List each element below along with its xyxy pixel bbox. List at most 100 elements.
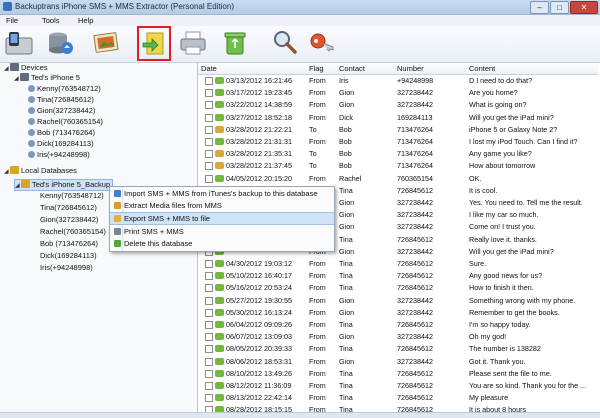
table-row[interactable]: 03/27/2012 18:52:18 From Dick 169284113 Will… — [198, 112, 598, 123]
row-checkbox[interactable] — [205, 333, 213, 342]
tree-contact[interactable]: Kenny(763548712) — [28, 84, 101, 94]
cell-contact: Gion — [339, 295, 355, 305]
tree-devices[interactable]: ◢ Devices — [4, 63, 48, 73]
tree-contact[interactable]: Gion(327238442) — [40, 215, 98, 225]
row-checkbox[interactable] — [205, 345, 213, 354]
row-checkbox[interactable] — [205, 394, 213, 403]
menu-file[interactable]: File — [6, 16, 18, 25]
table-row[interactable]: 05/16/2012 20:53:24 From Tina 726845612 How … — [198, 282, 598, 293]
column-content[interactable]: Content — [469, 64, 495, 73]
table-row[interactable]: 05/10/2012 16:40:17 From Tina 726845612 Any … — [198, 270, 598, 281]
row-checkbox[interactable] — [205, 162, 213, 171]
register-button[interactable] — [307, 28, 337, 58]
tree-contact[interactable]: Bob (713476264) — [28, 128, 95, 138]
cell-date: 03/28/2012 21:35:31 — [226, 149, 292, 159]
table-row[interactable]: 03/28/2012 21:22:21 To Bob 713476264 iPhone … — [198, 124, 598, 135]
menu-help[interactable]: Help — [78, 16, 93, 25]
table-row[interactable]: 08/05/2012 20:39:33 From Tina 726845612 The … — [198, 343, 598, 354]
tree-contact[interactable]: Dick(169284113) — [28, 139, 94, 149]
table-row[interactable]: 06/04/2012 09:09:26 From Tina 726845612 I'm … — [198, 319, 598, 330]
table-row[interactable]: 08/13/2012 22:42:14 From Tina 726845612 My p… — [198, 392, 598, 403]
printer-icon — [180, 31, 206, 55]
table-row[interactable]: 06/07/2012 13:09:03 From Gion 327238442 Oh m… — [198, 331, 598, 342]
row-checkbox[interactable] — [205, 357, 213, 366]
row-checkbox[interactable] — [205, 260, 213, 268]
tree-local-databases[interactable]: ◢ Local Databases — [4, 166, 77, 176]
toolbar — [0, 26, 600, 63]
cell-contact: Bob — [339, 149, 352, 159]
tree-contact[interactable]: Kenny(763548712) — [40, 191, 104, 201]
column-number[interactable]: Number — [397, 64, 424, 73]
row-checkbox[interactable] — [205, 369, 213, 378]
tree-contact[interactable]: Iris(+94248998) — [40, 263, 93, 273]
table-row[interactable]: 03/28/2012 21:31:31 From Bob 713476264 I los… — [198, 136, 598, 147]
tree-contact[interactable]: Tina(726845612) — [40, 203, 97, 213]
row-checkbox[interactable] — [205, 150, 213, 159]
table-row[interactable]: 03/28/2012 21:35:31 To Bob 713476264 Any gam… — [198, 148, 598, 159]
tree-backup-database[interactable]: ◢ Ted's iPhone 5_Backup — [14, 179, 114, 191]
menu-tools[interactable]: Tools — [42, 16, 60, 25]
tree-contact[interactable]: Rachel(760365154) — [40, 227, 106, 237]
row-checkbox[interactable] — [205, 321, 213, 329]
close-button[interactable]: ✕ — [570, 1, 598, 14]
row-checkbox[interactable] — [205, 89, 213, 98]
tree-contact[interactable]: Rachel(760365154) — [28, 117, 103, 127]
cell-content: Yes. You need to. Tell me the result. — [469, 198, 583, 207]
row-checkbox[interactable] — [205, 125, 213, 134]
cell-contact: Tina — [339, 381, 353, 390]
row-checkbox[interactable] — [205, 296, 213, 305]
tree-contact[interactable]: Gion(327238442) — [28, 106, 95, 116]
row-checkbox[interactable] — [205, 284, 213, 293]
message-icon — [215, 77, 224, 84]
delete-button[interactable] — [220, 28, 250, 58]
column-flag[interactable]: Flag — [309, 64, 324, 73]
search-button[interactable] — [270, 28, 300, 58]
row-checkbox[interactable] — [205, 174, 213, 183]
table-row[interactable]: 05/27/2012 19:30:55 From Gion 327238442 Some… — [198, 295, 598, 306]
cell-flag: From — [309, 76, 326, 85]
maximize-button[interactable]: □ — [550, 1, 569, 14]
media-button[interactable] — [91, 28, 121, 58]
cell-flag: From — [309, 381, 326, 390]
table-row[interactable]: 05/30/2012 16:13:24 From Gion 327238442 Reme… — [198, 307, 598, 318]
table-row[interactable]: 03/22/2012 14:38:59 From Gion 327238442 What… — [198, 99, 598, 110]
column-contact[interactable]: Contact — [339, 64, 365, 73]
tree-contact[interactable]: Bob (713476264) — [40, 239, 98, 249]
table-row[interactable]: 03/28/2012 21:37:45 To Bob 713476264 How abo… — [198, 160, 598, 171]
column-date[interactable]: Date — [201, 64, 217, 73]
cell-flag: From — [309, 295, 326, 305]
menu-import-sms[interactable]: Import SMS + MMS from iTunes's backup to… — [110, 188, 334, 199]
tree-contact[interactable]: Iris(+94248998) — [28, 150, 90, 160]
message-icon — [215, 382, 224, 389]
table-row[interactable]: 03/13/2012 16:21:46 From Iris +94248998 D I … — [198, 75, 598, 86]
row-checkbox[interactable] — [205, 308, 213, 317]
tree-device[interactable]: ◢ Ted's iPhone 5 — [14, 73, 80, 83]
menu-export-sms[interactable]: Export SMS + MMS to file — [110, 212, 334, 225]
sync-database-button[interactable] — [45, 28, 75, 58]
cell-number: 713476264 — [397, 137, 433, 146]
menu-delete-database[interactable]: Delete this database — [110, 238, 334, 249]
menu-extract-media[interactable]: Extract Media files from MMS — [110, 200, 334, 211]
menu-print-sms[interactable]: Print SMS + MMS — [110, 226, 334, 237]
tree-contact[interactable]: Dick(169284113) — [40, 251, 97, 261]
table-row[interactable]: 08/06/2012 18:53:31 From Gion 327238442 Got … — [198, 356, 598, 367]
table-row[interactable]: 03/17/2012 19:23:45 From Gion 327238442 Are … — [198, 87, 598, 98]
row-checkbox[interactable] — [205, 138, 213, 146]
table-row[interactable]: 08/10/2012 13:49:26 From Tina 726845612 Plea… — [198, 368, 598, 379]
cell-flag: From — [309, 100, 326, 110]
cell-contact: Gion — [339, 356, 355, 366]
print-button[interactable] — [178, 28, 208, 58]
tree-contact[interactable]: Tina(726845612) — [28, 95, 94, 105]
table-row[interactable]: 04/05/2012 20:15:20 From Rachel 760365154 OK… — [198, 173, 598, 184]
iphone-backup-button[interactable] — [4, 28, 34, 58]
row-checkbox[interactable] — [205, 113, 213, 122]
row-checkbox[interactable] — [205, 77, 213, 85]
minimize-button[interactable]: – — [530, 1, 549, 14]
export-file-button[interactable] — [137, 26, 171, 61]
table-row[interactable]: 04/30/2012 19:03:12 From Tina 726845612 Sure… — [198, 258, 598, 269]
table-row[interactable]: 08/12/2012 11:36:09 From Tina 726845612 You … — [198, 380, 598, 391]
cell-contact: Gion — [339, 222, 355, 232]
row-checkbox[interactable] — [205, 272, 213, 281]
row-checkbox[interactable] — [205, 101, 213, 110]
row-checkbox[interactable] — [205, 382, 213, 390]
